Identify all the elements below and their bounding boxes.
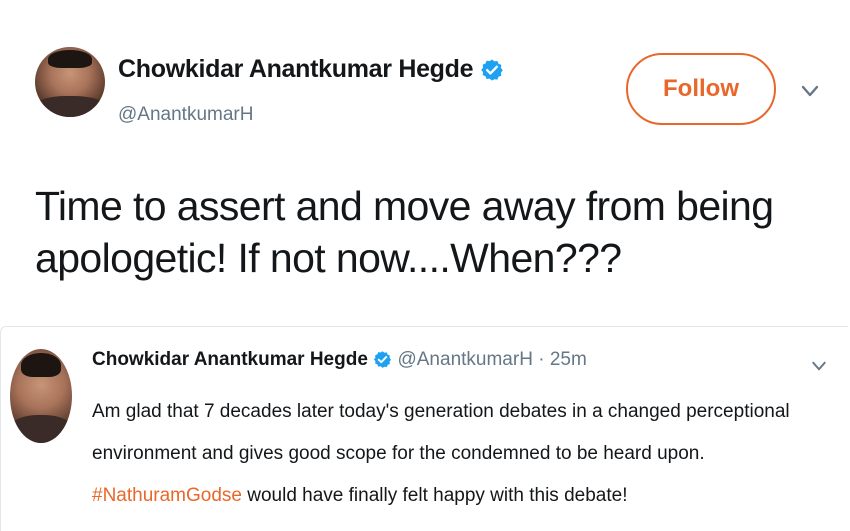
avatar-hair <box>21 352 61 378</box>
author-name-row[interactable]: Chowkidar Anantkumar Hegde <box>118 55 504 84</box>
verified-badge-icon <box>374 351 392 369</box>
quoted-author-avatar[interactable] <box>10 349 72 443</box>
chevron-down-icon[interactable] <box>810 357 828 375</box>
follow-button[interactable]: Follow <box>626 53 776 125</box>
tweet-text: Time to assert and move away from being … <box>35 183 774 281</box>
tweet-header: Chowkidar Anantkumar Hegde @AnantkumarH … <box>0 0 850 150</box>
hashtag-link[interactable]: #NathuramGodse <box>92 485 242 506</box>
avatar-shirt <box>10 414 72 443</box>
quoted-author-handle[interactable]: @AnantkumarH <box>397 349 532 370</box>
quoted-text-part: would have finally felt happy with this … <box>241 485 628 506</box>
meta-separator: · <box>532 349 550 370</box>
author-handle[interactable]: @AnantkumarH <box>118 104 253 126</box>
quoted-text-part: Am glad that 7 decades later today's gen… <box>92 401 790 464</box>
quoted-author-name[interactable]: Chowkidar Anantkumar Hegde <box>92 349 368 370</box>
quoted-tweet-time[interactable]: 25m <box>550 349 587 370</box>
quoted-tweet-card[interactable]: Chowkidar Anantkumar Hegde @AnantkumarH … <box>0 326 848 531</box>
author-avatar[interactable] <box>35 47 105 117</box>
avatar-hair <box>47 49 93 68</box>
quoted-tweet-text: Am glad that 7 decades later today's gen… <box>92 391 840 517</box>
author-name[interactable]: Chowkidar Anantkumar Hegde <box>118 55 474 83</box>
quoted-tweet-header: Chowkidar Anantkumar Hegde @AnantkumarH … <box>92 349 587 371</box>
verified-badge-icon <box>481 59 503 81</box>
chevron-down-icon[interactable] <box>799 80 821 102</box>
avatar-shirt <box>35 96 105 117</box>
